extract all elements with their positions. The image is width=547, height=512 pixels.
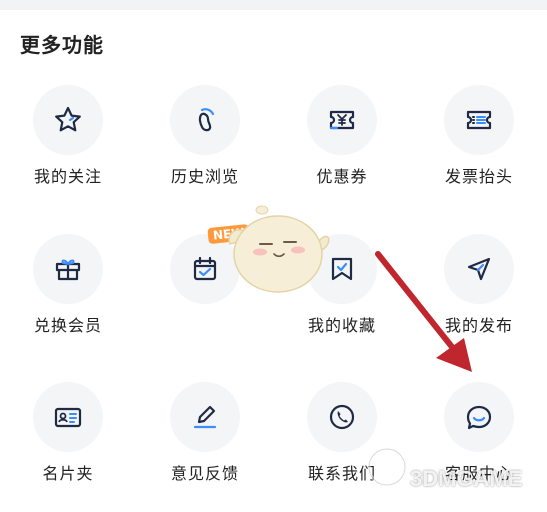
watermark-text: 3DMGAME (410, 466, 523, 491)
grid-item-label: 我的关注 (33, 167, 102, 186)
grid-item-customer-service[interactable]: 客服中心 (411, 382, 547, 512)
invoice-icon (466, 110, 492, 130)
chat-bubble-icon (466, 405, 492, 430)
grid-item-label: 历史浏览 (170, 167, 239, 186)
grid-item-label: 意见反馈 (170, 464, 239, 483)
grid-item-coupon[interactable]: 优惠券 (274, 85, 410, 215)
grid-item-follow[interactable]: 我的关注 (0, 85, 136, 215)
mascot-illustration (228, 205, 330, 293)
business-card-icon (54, 407, 82, 428)
coupon-icon (329, 110, 355, 130)
footprint-icon (198, 108, 215, 132)
grid-item-label: 兑换会员 (33, 316, 102, 335)
watermark-logo-icon (367, 447, 407, 487)
grid-item-card-holder[interactable]: 名片夹 (0, 382, 136, 512)
grid-item-history[interactable]: 历史浏览 (137, 85, 273, 215)
phone-icon (329, 404, 355, 430)
red-pointer-arrow (375, 251, 472, 372)
calendar-check-icon (193, 256, 217, 281)
grid-item-feedback[interactable]: 意见反馈 (137, 382, 273, 512)
grid-item-redeem-membership[interactable]: 兑换会员 (0, 234, 136, 364)
grid-item-label: 名片夹 (42, 464, 94, 483)
star-icon (55, 106, 81, 132)
top-divider (0, 0, 547, 10)
gift-icon (55, 259, 81, 281)
edit-pen-icon (193, 405, 217, 429)
section-title: 更多功能 (20, 33, 104, 57)
grid-item-invoice[interactable]: 发票抬头 (411, 85, 547, 215)
grid-item-label: 优惠券 (316, 167, 368, 186)
grid-item-label: 发票抬头 (444, 167, 513, 186)
